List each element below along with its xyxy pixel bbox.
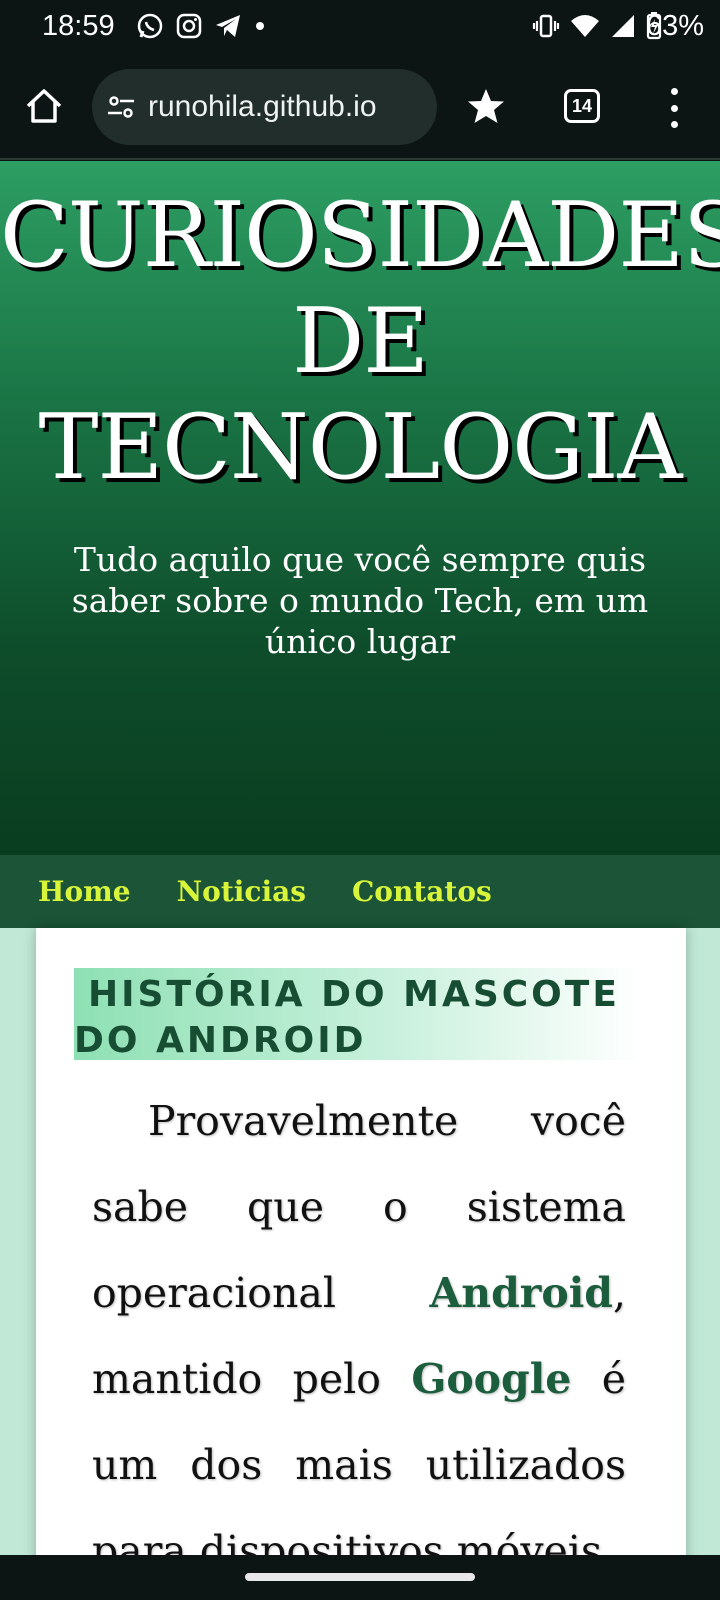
status-bar: 18:59 63%: [0, 0, 720, 52]
site-settings-icon[interactable]: [106, 92, 136, 122]
address-bar[interactable]: runohila.github.io: [92, 69, 437, 145]
hero-banner: CURIOSIDADES DE TECNOLOGIA Tudo aquilo q…: [0, 161, 720, 855]
highlight-android: Android: [429, 1269, 613, 1317]
article-heading: História do mascote do Android: [74, 974, 620, 1061]
vibrate-icon: [532, 14, 560, 38]
article-heading-box: História do mascote do Android: [74, 968, 644, 1061]
main-nav: Home Noticias Contatos: [0, 855, 720, 928]
article-card: História do mascote do Android Provavelm…: [36, 928, 686, 1555]
system-icons: [532, 12, 662, 40]
home-gesture-handle[interactable]: [245, 1573, 475, 1581]
bookmark-star-icon[interactable]: [466, 86, 506, 126]
nav-link-home[interactable]: Home: [38, 875, 131, 908]
telegram-icon: [216, 15, 240, 37]
whatsapp-icon: [137, 13, 163, 39]
tab-switcher-button[interactable]: 14: [564, 89, 600, 123]
browser-toolbar: runohila.github.io 14: [0, 52, 720, 160]
nav-link-noticias[interactable]: Noticias: [177, 875, 306, 908]
article-paragraph: Provavelmente você sabe que o sistema op…: [92, 1078, 626, 1555]
instagram-icon: [176, 13, 202, 39]
notification-icons: [136, 12, 266, 40]
overflow-menu-icon[interactable]: [664, 88, 684, 128]
site-title-line: DE: [292, 289, 429, 394]
home-icon[interactable]: [24, 86, 64, 126]
site-title: CURIOSIDADES DE TECNOLOGIA: [0, 183, 720, 501]
wifi-icon: [571, 15, 599, 37]
nav-link-contatos[interactable]: Contatos: [352, 875, 492, 908]
url-text: runohila.github.io: [148, 90, 377, 123]
highlight-google: Google: [411, 1355, 572, 1403]
gesture-nav-bar: [0, 1555, 720, 1600]
site-title-line: CURIOSIDADES: [0, 183, 720, 288]
web-page: CURIOSIDADES DE TECNOLOGIA Tudo aquilo q…: [0, 161, 720, 1555]
dot-icon: [256, 22, 264, 30]
battery-percentage: 63%: [645, 10, 704, 42]
site-title-line: TECNOLOGIA: [38, 395, 682, 500]
site-subtitle: Tudo aquilo que você sempre quis saber s…: [71, 540, 649, 661]
signal-icon: [612, 15, 634, 37]
status-time: 18:59: [42, 10, 115, 42]
